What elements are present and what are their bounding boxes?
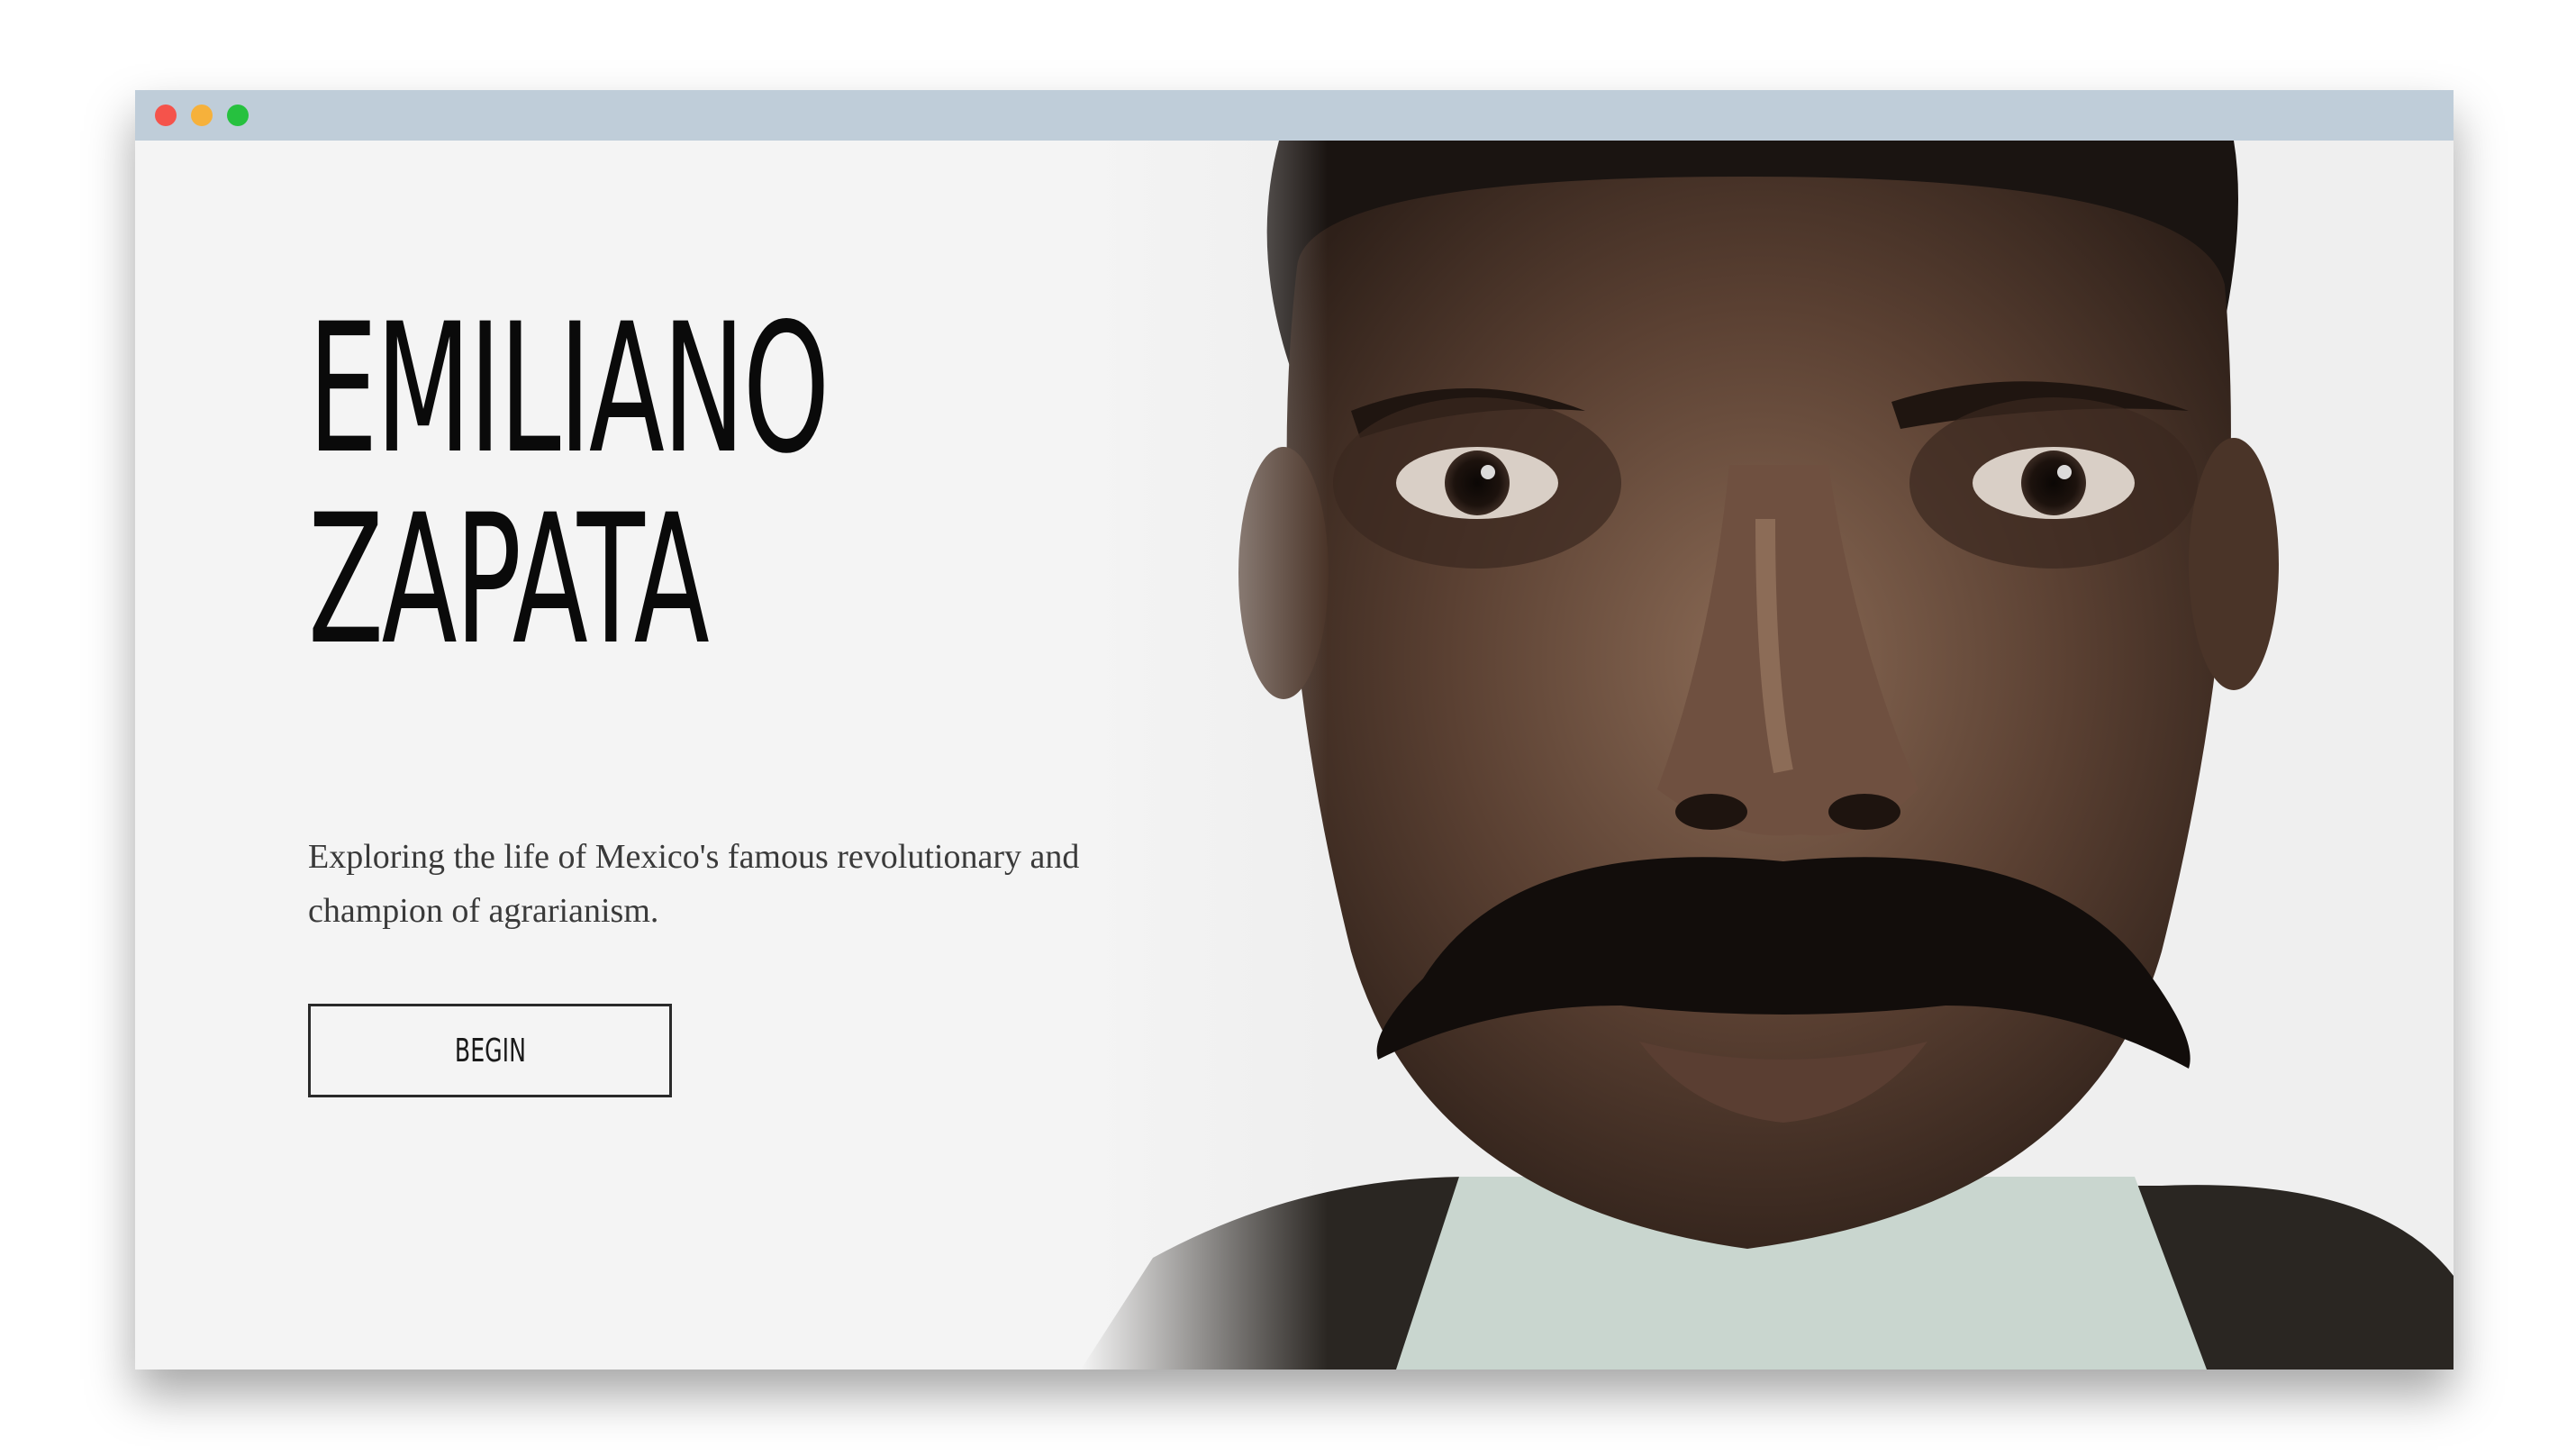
close-window-button[interactable] — [155, 105, 177, 126]
browser-window: EMILIANO ZAPATA Exploring the life of Me… — [135, 90, 2454, 1370]
begin-button-label: BEGIN — [454, 1032, 526, 1069]
portrait-photo — [1081, 141, 2454, 1370]
page-viewport: EMILIANO ZAPATA Exploring the life of Me… — [135, 141, 2454, 1370]
begin-button[interactable]: BEGIN — [308, 1004, 672, 1097]
title-line-first-name: EMILIANO — [308, 285, 830, 493]
page-title: EMILIANO ZAPATA — [308, 294, 866, 676]
hero-text-block: EMILIANO ZAPATA — [308, 294, 1209, 676]
minimize-window-button[interactable] — [191, 105, 213, 126]
maximize-window-button[interactable] — [227, 105, 249, 126]
title-bar — [135, 90, 2454, 141]
title-line-last-name: ZAPATA — [308, 476, 710, 684]
hero-subtitle: Exploring the life of Mexico's famous re… — [308, 838, 1080, 930]
